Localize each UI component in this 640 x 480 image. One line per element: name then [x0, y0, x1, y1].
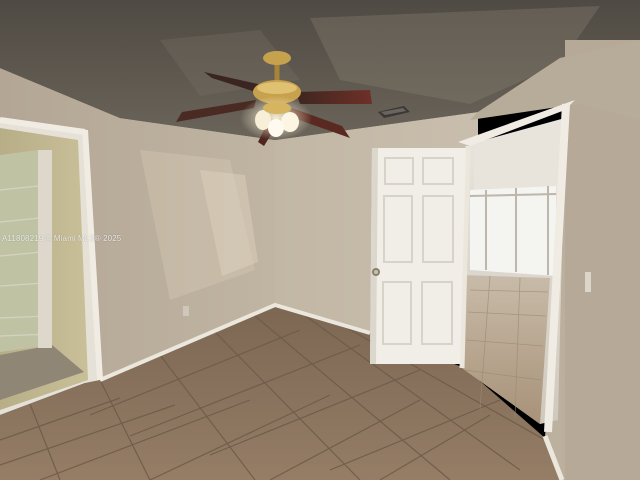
- room-photo: A11808219 © Miami MLS® 2025: [0, 0, 640, 480]
- room-scene: [0, 0, 640, 480]
- glass-sliding-door-icon: [470, 186, 556, 276]
- outlet: [183, 306, 189, 316]
- interior-door[interactable]: [370, 148, 466, 364]
- fan-canopy: [263, 51, 291, 65]
- fan-blade: [296, 90, 372, 104]
- closet-opening: [0, 117, 103, 415]
- ceiling-fan-with-light-icon: [240, 96, 312, 140]
- light-switch: [585, 272, 591, 292]
